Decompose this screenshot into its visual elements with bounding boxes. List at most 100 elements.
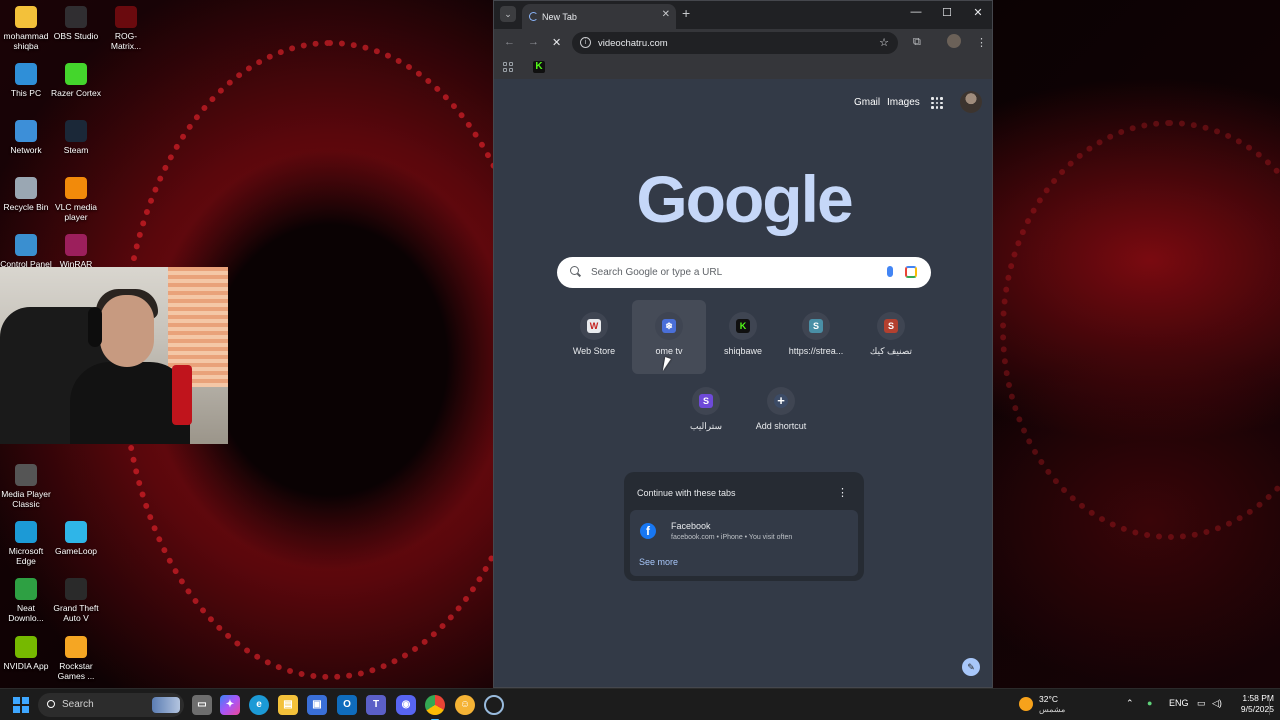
search-input[interactable]: Search Google or type a URL bbox=[557, 257, 931, 288]
webcam-overlay bbox=[0, 267, 228, 444]
see-more-link[interactable]: See more bbox=[639, 557, 678, 567]
address-bar[interactable]: i videochatru.com ☆ bbox=[572, 32, 898, 54]
store-icon[interactable]: ▣ bbox=[307, 695, 327, 715]
shortcut-tile[interactable]: S ستراليب bbox=[669, 375, 743, 449]
loading-app-icon[interactable] bbox=[484, 695, 504, 715]
desktop-icon[interactable]: mohammad shiqba bbox=[0, 6, 52, 51]
desktop-icon[interactable]: NVIDIA App bbox=[0, 636, 52, 671]
bookmark-star-icon[interactable]: ☆ bbox=[879, 36, 889, 49]
extensions-icon[interactable]: ⧉ bbox=[913, 36, 921, 49]
discord-icon[interactable]: ◉ bbox=[396, 695, 416, 715]
forward-button[interactable]: → bbox=[528, 36, 539, 48]
site-info-icon[interactable]: i bbox=[580, 37, 591, 48]
desktop-icon[interactable]: ROG-Matrix... bbox=[100, 6, 152, 51]
tray-overflow-icon[interactable]: ⌃ bbox=[1126, 698, 1134, 709]
desktop-icon-label: Razer Cortex bbox=[50, 88, 102, 98]
shortcut-tile[interactable]: S تصنيف كيك bbox=[854, 300, 928, 374]
language-indicator[interactable]: ENG bbox=[1169, 698, 1189, 708]
chrome-window: ⌄ New Tab ✕ + — ☐ ✕ ← → ✕ i videochatru.… bbox=[493, 0, 993, 688]
minimize-button[interactable]: — bbox=[906, 6, 926, 18]
new-tab-button[interactable]: + bbox=[682, 5, 690, 21]
desktop-icon[interactable]: Recycle Bin bbox=[0, 177, 52, 212]
customize-chrome-button[interactable]: ✎ bbox=[962, 658, 980, 676]
weather-desc[interactable]: مشمس bbox=[1039, 705, 1065, 714]
desktop-icon[interactable]: Media Player Classic bbox=[0, 464, 52, 509]
card-menu-icon[interactable]: ⋮ bbox=[837, 486, 848, 499]
desktop-icon[interactable]: GameLoop bbox=[50, 521, 102, 556]
desktop-icon[interactable]: Grand Theft Auto V bbox=[50, 578, 102, 623]
profile-avatar[interactable] bbox=[947, 34, 961, 48]
desktop-icon[interactable]: Network bbox=[0, 120, 52, 155]
tab-search-button[interactable]: ⌄ bbox=[500, 6, 516, 22]
chrome-menu-icon[interactable]: ⋮ bbox=[976, 36, 987, 49]
desktop-icon-label: Grand Theft Auto V bbox=[53, 603, 99, 623]
back-button[interactable]: ← bbox=[504, 36, 515, 48]
search-icon bbox=[570, 266, 579, 275]
images-link[interactable]: Images bbox=[887, 97, 920, 108]
tab-new-tab[interactable]: New Tab ✕ bbox=[522, 4, 676, 29]
google-apps-icon[interactable] bbox=[931, 97, 943, 109]
apps-grid-icon[interactable] bbox=[503, 62, 513, 72]
clock[interactable]: 1:58 PM 9/5/2025 bbox=[1232, 693, 1274, 715]
desktop-icon[interactable]: Control Panel bbox=[0, 234, 52, 269]
voice-search-icon[interactable] bbox=[887, 266, 893, 277]
site-favicon-icon: S bbox=[884, 319, 898, 333]
task-view-icon[interactable]: ▭ bbox=[192, 695, 212, 715]
teams-icon[interactable]: T bbox=[366, 695, 386, 715]
lens-icon[interactable] bbox=[905, 266, 917, 278]
start-button[interactable] bbox=[13, 697, 29, 713]
clock-time: 1:58 PM bbox=[1242, 693, 1274, 703]
shortcut-label: تصنيف كيك bbox=[869, 346, 913, 356]
edge-taskbar-icon[interactable]: e bbox=[249, 695, 269, 715]
desktop-icon[interactable]: This PC bbox=[0, 63, 52, 98]
app-notification-icon[interactable]: ☺ bbox=[455, 695, 475, 715]
desktop-icon[interactable]: Neat Downlo... bbox=[0, 578, 52, 623]
shortcut-icon-circle: + bbox=[767, 387, 795, 415]
rog-icon bbox=[115, 6, 137, 28]
stop-loading-button[interactable]: ✕ bbox=[552, 36, 561, 49]
continue-tab-meta: facebook.com • iPhone • You visit often bbox=[671, 534, 793, 541]
site-favicon-icon: S bbox=[699, 394, 713, 408]
taskbar: Search ▭ ✦ e ▤ ▣ O T ◉ ☺ 32°C مشمس ⌃ ● E… bbox=[0, 688, 1280, 720]
close-window-button[interactable]: ✕ bbox=[968, 6, 988, 19]
desktop-icon-label: Rockstar Games ... bbox=[57, 661, 95, 681]
show-desktop-button[interactable] bbox=[1269, 695, 1275, 715]
microphone-icon[interactable]: ● bbox=[1147, 698, 1152, 708]
desktop-icon[interactable]: Rockstar Games ... bbox=[50, 636, 102, 681]
kick-bookmark-icon[interactable]: K bbox=[533, 61, 545, 73]
shortcut-icon-circle: K bbox=[729, 312, 757, 340]
shortcut-tile[interactable]: W Web Store bbox=[557, 300, 631, 374]
close-tab-icon[interactable]: ✕ bbox=[662, 9, 670, 20]
file-explorer-icon[interactable]: ▤ bbox=[278, 695, 298, 715]
continue-tab-item[interactable]: f Facebook facebook.com • iPhone • You v… bbox=[630, 510, 858, 576]
rockstar-icon bbox=[65, 636, 87, 658]
desktop-icon-label: Neat Downlo... bbox=[8, 603, 44, 623]
gmail-link[interactable]: Gmail bbox=[854, 97, 880, 108]
weather-temp[interactable]: 32°C bbox=[1039, 694, 1058, 704]
shortcut-tile[interactable]: Shttps://strea... bbox=[779, 300, 853, 374]
desktop-icon[interactable]: Microsoft Edge bbox=[0, 521, 52, 566]
bookmarks-bar: K bbox=[494, 57, 992, 79]
outlook-icon[interactable]: O bbox=[337, 695, 357, 715]
steam-icon bbox=[65, 120, 87, 142]
add-shortcut-button[interactable]: + Add shortcut bbox=[744, 375, 818, 449]
desktop-icon[interactable]: OBS Studio bbox=[50, 6, 102, 41]
gameloop-icon bbox=[65, 521, 87, 543]
media-player-icon bbox=[15, 464, 37, 486]
volume-icon[interactable]: ◁) bbox=[1212, 698, 1222, 709]
chrome-taskbar-icon[interactable] bbox=[425, 695, 445, 720]
shortcut-tile[interactable]: Kshiqbawe bbox=[706, 300, 780, 374]
account-avatar[interactable] bbox=[960, 91, 982, 113]
copilot-icon[interactable]: ✦ bbox=[220, 695, 240, 715]
desktop-icon[interactable]: Steam bbox=[50, 120, 102, 155]
network-icon[interactable]: ▭ bbox=[1197, 698, 1206, 709]
google-logo: Google bbox=[636, 162, 853, 236]
clock-date: 9/5/2025 bbox=[1240, 704, 1274, 714]
desktop-icon[interactable]: VLC media player bbox=[50, 177, 102, 222]
taskbar-search[interactable]: Search bbox=[38, 693, 184, 717]
network-icon bbox=[15, 120, 37, 142]
desktop-icon[interactable]: WinRAR bbox=[50, 234, 102, 269]
desktop-icon[interactable]: Razer Cortex bbox=[50, 63, 102, 98]
maximize-button[interactable]: ☐ bbox=[937, 6, 957, 19]
sun-icon[interactable] bbox=[1019, 697, 1033, 711]
